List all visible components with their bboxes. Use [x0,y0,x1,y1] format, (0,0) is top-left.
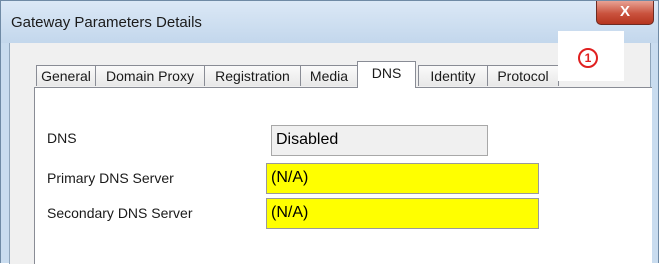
tab-registration[interactable]: Registration [204,65,301,86]
dns-status-field: Disabled [271,125,488,156]
gateway-parameters-window: Gateway Parameters Details X General Dom… [0,0,659,264]
tab-general[interactable]: General [36,65,96,86]
tab-identity[interactable]: Identity [418,65,488,86]
window-title: Gateway Parameters Details [11,14,202,31]
annotation-marker-circled-1: 1 [578,48,598,68]
secondary-dns-server-field[interactable]: (N/A) [266,198,539,229]
tab-dns[interactable]: DNS [357,61,416,88]
primary-dns-server-field[interactable]: (N/A) [266,163,539,194]
primary-dns-server-label: Primary DNS Server [47,170,174,186]
secondary-dns-server-label: Secondary DNS Server [47,205,193,221]
tab-protocol[interactable]: Protocol [487,65,559,86]
dns-label: DNS [47,130,77,146]
tab-domain-proxy[interactable]: Domain Proxy [95,65,205,86]
close-button[interactable]: X [596,1,654,25]
tab-media[interactable]: Media [300,65,358,86]
